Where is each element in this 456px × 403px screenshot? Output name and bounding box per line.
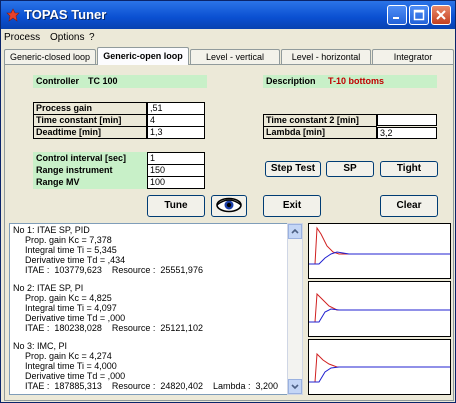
- chevron-down-icon: [291, 384, 299, 390]
- params2-labels: Time constant 2 [min] Lambda [min]: [263, 114, 377, 139]
- control-label: Range instrument: [36, 165, 113, 175]
- clear-button[interactable]: Clear: [380, 195, 438, 217]
- title-bar[interactable]: TOPAS Tuner: [1, 1, 455, 29]
- tab-strip: Generic-closed loop Generic-open loop Le…: [1, 47, 455, 65]
- menu-options[interactable]: Options: [50, 32, 84, 43]
- response-plot-3: [308, 339, 451, 395]
- range-instrument-field[interactable]: 150: [148, 165, 204, 177]
- mv-trace: [309, 251, 450, 265]
- description-value: T-10 bottoms: [328, 76, 385, 86]
- response-plots: [308, 223, 451, 395]
- control-labels: Control interval [sec] Range instrument …: [33, 152, 147, 189]
- param-label: Time constant [min]: [34, 115, 146, 127]
- result-line: Derivative time Td = ,000: [25, 371, 126, 381]
- time-constant-field[interactable]: 4: [148, 115, 204, 127]
- close-button[interactable]: [431, 5, 451, 25]
- exit-button[interactable]: Exit: [263, 195, 321, 217]
- response-plot-3-svg: [309, 352, 450, 383]
- tight-button[interactable]: Tight: [380, 161, 438, 177]
- process-params-values: ,51 4 1,3: [147, 102, 205, 139]
- result-line: Derivative time Td = ,000: [25, 313, 126, 323]
- tab-generic-closed-loop[interactable]: Generic-closed loop: [4, 49, 96, 64]
- result-line: Integral time Ti = 4,000: [25, 361, 117, 371]
- control-label: Control interval [sec]: [36, 153, 127, 163]
- menu-help[interactable]: ?: [89, 32, 95, 43]
- result-line: Prop. gain Kc = 4,274: [25, 351, 112, 361]
- results-list[interactable]: No 1: ITAE SP, PID Prop. gain Kc = 7,378…: [9, 223, 291, 395]
- result-title: No 1: ITAE SP, PID: [13, 225, 90, 235]
- result-line: Derivative time Td = ,434: [25, 255, 126, 265]
- sp-button[interactable]: SP: [326, 161, 374, 177]
- window-title: TOPAS Tuner: [24, 7, 107, 22]
- process-params-labels: Process gain Time constant [min] Deadtim…: [33, 102, 147, 139]
- response-plot-2-svg: [309, 292, 450, 323]
- lambda-field[interactable]: 3,2: [377, 127, 437, 139]
- result-line: Prop. gain Kc = 4,825: [25, 293, 112, 303]
- tab-level-horizontal[interactable]: Level - horizontal: [281, 49, 371, 64]
- result-item: No 1: ITAE SP, PID Prop. gain Kc = 7,378…: [13, 225, 290, 275]
- description-label: Description: [266, 76, 316, 86]
- description-row: Description T-10 bottoms: [263, 75, 437, 88]
- mv-trace: [309, 308, 450, 323]
- eye-icon: [216, 197, 242, 213]
- result-itae: ITAE : 187885,313 Resource : 24820,402 L…: [25, 381, 279, 391]
- param2-label: Lambda [min]: [266, 127, 326, 137]
- control-interval-field[interactable]: 1: [148, 153, 204, 165]
- menu-process[interactable]: Process: [4, 32, 40, 43]
- range-mv-field[interactable]: 100: [148, 177, 204, 188]
- param-label: Deadtime [min]: [36, 127, 102, 137]
- maximize-icon: [413, 9, 425, 21]
- results-scrollbar[interactable]: [287, 223, 303, 395]
- result-title: No 2: ITAE SP, PI: [13, 283, 84, 293]
- controller-value: TC 100: [88, 76, 118, 86]
- menu-bar: Process Options ?: [1, 29, 455, 47]
- control-label: Range MV: [36, 177, 80, 187]
- tab-panel: Controller TC 100 Description T-10 botto…: [4, 64, 454, 401]
- result-item: No 3: IMC, PI Prop. gain Kc = 4,274 Inte…: [13, 341, 290, 391]
- tuner-window: TOPAS Tuner Process Options ? Generic-cl…: [0, 0, 456, 403]
- result-item: No 2: ITAE SP, PI Prop. gain Kc = 4,825 …: [13, 283, 290, 333]
- mv-trace: [309, 366, 450, 383]
- param-label: Process gain: [34, 103, 146, 115]
- minimize-button[interactable]: [387, 5, 407, 25]
- pv-trace: [309, 226, 450, 265]
- minimize-icon: [393, 17, 399, 19]
- response-plot-1-svg: [309, 226, 450, 265]
- view-button[interactable]: [211, 195, 247, 217]
- control-values: 1 150 100: [147, 152, 205, 189]
- param2-label: Time constant 2 [min]: [264, 115, 376, 127]
- pv-trace: [309, 292, 450, 323]
- chevron-up-icon: [291, 228, 299, 234]
- controller-label: Controller: [36, 76, 80, 86]
- result-itae: ITAE : 103779,623 Resource : 25551,976: [25, 265, 203, 275]
- maximize-button[interactable]: [409, 5, 429, 25]
- result-itae: ITAE : 180238,028 Resource : 25121,102: [25, 323, 203, 333]
- process-gain-field[interactable]: ,51: [148, 103, 204, 115]
- result-line: Integral time Ti = 4,097: [25, 303, 117, 313]
- close-icon: [436, 10, 446, 20]
- scroll-up-button[interactable]: [288, 224, 302, 239]
- step-test-button[interactable]: Step Test: [265, 161, 321, 177]
- response-plot-2: [308, 281, 451, 337]
- result-title: No 3: IMC, PI: [13, 341, 68, 351]
- result-line: Prop. gain Kc = 7,378: [25, 235, 112, 245]
- app-icon: [6, 8, 20, 22]
- tab-generic-open-loop[interactable]: Generic-open loop: [97, 47, 189, 65]
- scroll-down-button[interactable]: [288, 379, 302, 394]
- tab-level-vertical[interactable]: Level - vertical: [190, 49, 280, 64]
- response-plot-1: [308, 223, 451, 279]
- time-constant-2-field[interactable]: [377, 114, 437, 126]
- result-line: Integral time Ti = 5,345: [25, 245, 117, 255]
- deadtime-field[interactable]: 1,3: [148, 127, 204, 138]
- tab-integrator[interactable]: Integrator: [372, 49, 454, 64]
- controller-row: Controller TC 100: [33, 75, 207, 88]
- tune-button[interactable]: Tune: [147, 195, 205, 217]
